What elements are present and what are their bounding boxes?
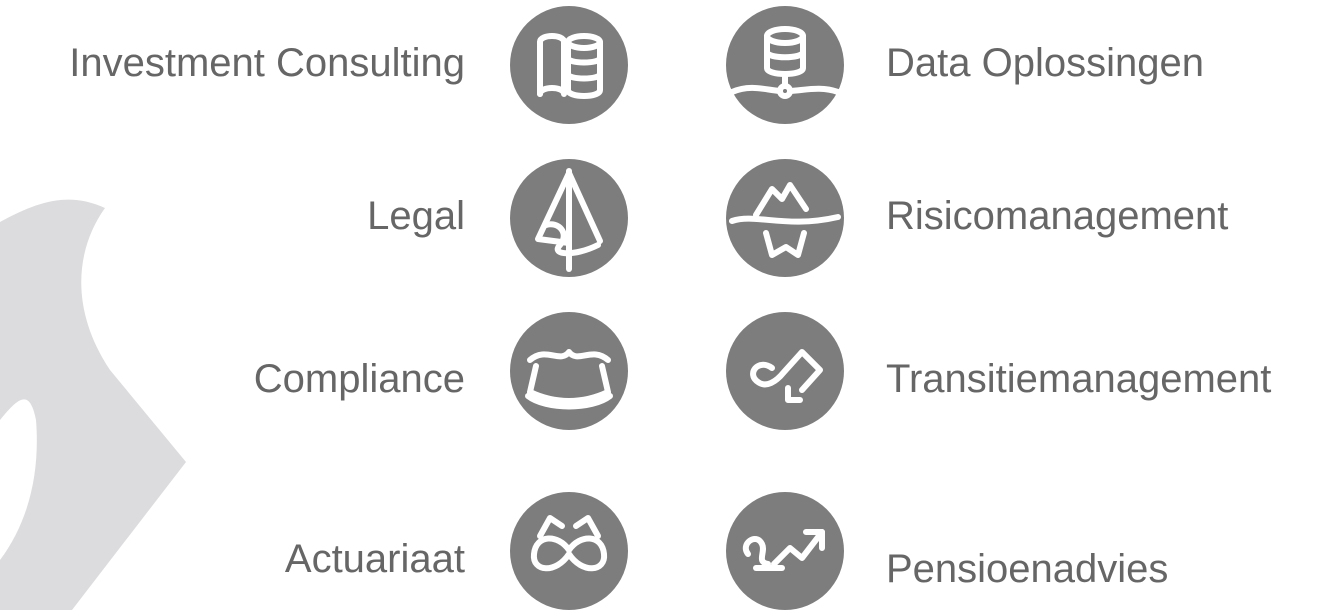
books-icon — [510, 6, 628, 124]
sail-icon — [510, 159, 628, 277]
service-label-legal: Legal — [367, 194, 465, 238]
database-icon — [726, 6, 844, 124]
service-label-compliance: Compliance — [253, 357, 465, 401]
tub-icon — [510, 312, 628, 430]
service-label-transitiemanagement: Transitiemanagement — [886, 357, 1272, 401]
background-logo-shape — [0, 199, 186, 610]
service-label-data-oplossingen: Data Oplossingen — [886, 41, 1204, 85]
service-label-risicomanagement: Risicomanagement — [886, 194, 1229, 238]
growth-arrow-icon — [726, 492, 844, 610]
transition-arrow-icon — [726, 312, 844, 430]
service-label-pensioenadvies: Pensioenadvies — [886, 547, 1169, 591]
service-label-actuariaat: Actuariaat — [284, 537, 465, 581]
service-label-investment-consulting: Investment Consulting — [69, 41, 465, 85]
iceberg-icon — [726, 159, 844, 277]
binoculars-icon — [510, 492, 628, 610]
